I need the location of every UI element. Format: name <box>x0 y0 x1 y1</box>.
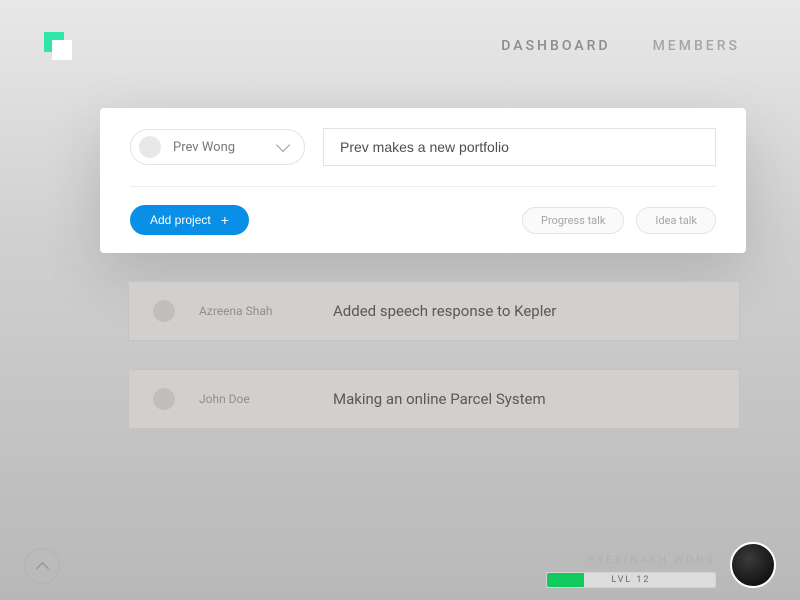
footer: PREVINASH WONG LVL 12 <box>0 542 800 600</box>
feed-item-name: Azreena Shah <box>199 304 309 318</box>
progress-talk-button[interactable]: Progress talk <box>522 207 624 234</box>
footer-user-name: PREVINASH WONG <box>546 555 716 566</box>
user-avatar[interactable] <box>730 542 776 588</box>
avatar-icon <box>153 300 175 322</box>
nav-members[interactable]: MEMBERS <box>653 38 740 54</box>
nav-dashboard[interactable]: DASHBOARD <box>501 38 610 54</box>
level-fill <box>547 573 584 587</box>
chevron-down-icon <box>276 138 290 152</box>
feed-item-name: John Doe <box>199 392 309 406</box>
compose-row: Prev Wong <box>130 128 716 187</box>
nav: DASHBOARD MEMBERS <box>501 38 740 54</box>
scroll-up-button[interactable] <box>24 548 60 584</box>
chevron-up-icon <box>36 562 49 575</box>
user-meta: PREVINASH WONG LVL 12 <box>546 555 716 588</box>
feed-item-text: Added speech response to Kepler <box>333 302 556 320</box>
level-bar: LVL 12 <box>546 572 716 588</box>
user-bar: PREVINASH WONG LVL 12 <box>546 542 776 588</box>
actions-row: Add project + Progress talk Idea talk <box>130 187 716 235</box>
idea-talk-button[interactable]: Idea talk <box>636 207 716 234</box>
feed-item[interactable]: John Doe Making an online Parcel System <box>128 369 740 429</box>
feed-list: Azreena Shah Added speech response to Ke… <box>128 281 740 429</box>
plus-icon: + <box>221 213 229 227</box>
level-label: LVL 12 <box>611 575 650 585</box>
avatar-icon <box>139 136 161 158</box>
feed-item-text: Making an online Parcel System <box>333 390 546 408</box>
feed-item[interactable]: Azreena Shah Added speech response to Ke… <box>128 281 740 341</box>
logo <box>44 32 72 60</box>
pill-group: Progress talk Idea talk <box>522 207 716 234</box>
user-select[interactable]: Prev Wong <box>130 129 305 165</box>
user-select-label: Prev Wong <box>173 140 266 155</box>
compose-card: Prev Wong Add project + Progress talk Id… <box>100 108 746 253</box>
add-project-label: Add project <box>150 213 211 227</box>
add-project-button[interactable]: Add project + <box>130 205 249 235</box>
avatar-icon <box>153 388 175 410</box>
project-title-input[interactable] <box>323 128 716 166</box>
